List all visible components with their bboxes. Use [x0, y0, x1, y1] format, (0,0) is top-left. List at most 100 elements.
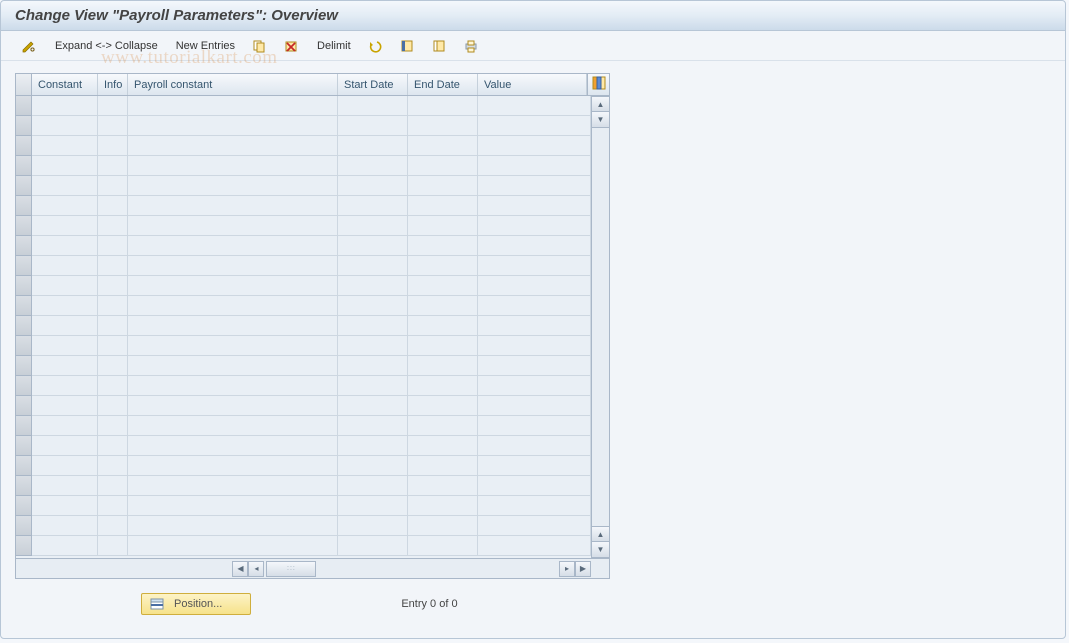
cell-info[interactable] — [98, 496, 128, 515]
scroll-down-button[interactable]: ▼ — [592, 112, 609, 128]
cell-start-date[interactable] — [338, 156, 408, 175]
toggle-display-change-button[interactable] — [17, 35, 43, 57]
cell-payroll-constant[interactable] — [128, 296, 338, 315]
row-selector[interactable] — [16, 396, 32, 416]
expand-collapse-button[interactable]: Expand <-> Collapse — [49, 35, 164, 57]
column-header-constant[interactable]: Constant — [32, 74, 98, 95]
cell-constant[interactable] — [32, 516, 98, 535]
cell-start-date[interactable] — [338, 416, 408, 435]
cell-constant[interactable] — [32, 216, 98, 235]
cell-payroll-constant[interactable] — [128, 436, 338, 455]
row-selector[interactable] — [16, 96, 32, 116]
row-selector[interactable] — [16, 256, 32, 276]
cell-payroll-constant[interactable] — [128, 376, 338, 395]
copy-button[interactable] — [247, 35, 273, 57]
cell-payroll-constant[interactable] — [128, 536, 338, 555]
row-selector[interactable] — [16, 276, 32, 296]
delete-button[interactable] — [279, 35, 305, 57]
cell-payroll-constant[interactable] — [128, 516, 338, 535]
cell-info[interactable] — [98, 96, 128, 115]
row-selector[interactable] — [16, 336, 32, 356]
print-button[interactable] — [459, 35, 485, 57]
cell-info[interactable] — [98, 116, 128, 135]
scroll-up-bottom-button[interactable]: ▲ — [592, 526, 609, 542]
cell-info[interactable] — [98, 156, 128, 175]
cell-info[interactable] — [98, 416, 128, 435]
table-row[interactable] — [16, 416, 591, 436]
position-button[interactable]: Position... — [141, 593, 251, 615]
cell-constant[interactable] — [32, 436, 98, 455]
cell-start-date[interactable] — [338, 396, 408, 415]
cell-start-date[interactable] — [338, 136, 408, 155]
cell-constant[interactable] — [32, 376, 98, 395]
row-selector[interactable] — [16, 136, 32, 156]
row-selector[interactable] — [16, 376, 32, 396]
cell-start-date[interactable] — [338, 376, 408, 395]
cell-end-date[interactable] — [408, 236, 478, 255]
cell-start-date[interactable] — [338, 336, 408, 355]
cell-info[interactable] — [98, 536, 128, 555]
cell-end-date[interactable] — [408, 456, 478, 475]
cell-start-date[interactable] — [338, 356, 408, 375]
table-row[interactable] — [16, 396, 591, 416]
cell-start-date[interactable] — [338, 256, 408, 275]
table-row[interactable] — [16, 136, 591, 156]
cell-value[interactable] — [478, 256, 591, 275]
cell-end-date[interactable] — [408, 136, 478, 155]
scroll-handle[interactable]: ::: — [266, 561, 316, 577]
table-configure-button[interactable] — [587, 74, 609, 95]
table-row[interactable] — [16, 456, 591, 476]
cell-value[interactable] — [478, 376, 591, 395]
cell-value[interactable] — [478, 456, 591, 475]
cell-value[interactable] — [478, 96, 591, 115]
cell-constant[interactable] — [32, 276, 98, 295]
cell-constant[interactable] — [32, 256, 98, 275]
table-row[interactable] — [16, 116, 591, 136]
cell-payroll-constant[interactable] — [128, 336, 338, 355]
scroll-right-step-button[interactable]: ▸ — [559, 561, 575, 577]
row-selector[interactable] — [16, 356, 32, 376]
undo-button[interactable] — [363, 35, 389, 57]
cell-constant[interactable] — [32, 96, 98, 115]
cell-payroll-constant[interactable] — [128, 476, 338, 495]
cell-constant[interactable] — [32, 356, 98, 375]
cell-value[interactable] — [478, 176, 591, 195]
cell-info[interactable] — [98, 356, 128, 375]
cell-info[interactable] — [98, 136, 128, 155]
cell-info[interactable] — [98, 376, 128, 395]
table-row[interactable] — [16, 96, 591, 116]
cell-end-date[interactable] — [408, 336, 478, 355]
cell-start-date[interactable] — [338, 296, 408, 315]
cell-info[interactable] — [98, 316, 128, 335]
cell-end-date[interactable] — [408, 476, 478, 495]
row-selector[interactable] — [16, 456, 32, 476]
row-selector-header[interactable] — [16, 74, 32, 95]
cell-info[interactable] — [98, 456, 128, 475]
table-row[interactable] — [16, 196, 591, 216]
row-selector[interactable] — [16, 536, 32, 556]
table-row[interactable] — [16, 296, 591, 316]
cell-payroll-constant[interactable] — [128, 456, 338, 475]
cell-end-date[interactable] — [408, 496, 478, 515]
deselect-all-button[interactable] — [427, 35, 453, 57]
cell-start-date[interactable] — [338, 176, 408, 195]
cell-constant[interactable] — [32, 196, 98, 215]
cell-start-date[interactable] — [338, 116, 408, 135]
cell-value[interactable] — [478, 196, 591, 215]
scroll-track[interactable] — [592, 128, 609, 526]
cell-payroll-constant[interactable] — [128, 356, 338, 375]
new-entries-button[interactable]: New Entries — [170, 35, 241, 57]
cell-start-date[interactable] — [338, 436, 408, 455]
cell-payroll-constant[interactable] — [128, 416, 338, 435]
row-selector[interactable] — [16, 296, 32, 316]
cell-constant[interactable] — [32, 496, 98, 515]
cell-end-date[interactable] — [408, 376, 478, 395]
cell-info[interactable] — [98, 176, 128, 195]
cell-constant[interactable] — [32, 416, 98, 435]
row-selector[interactable] — [16, 196, 32, 216]
cell-payroll-constant[interactable] — [128, 396, 338, 415]
cell-end-date[interactable] — [408, 216, 478, 235]
cell-value[interactable] — [478, 536, 591, 555]
row-selector[interactable] — [16, 496, 32, 516]
scroll-left-step-button[interactable]: ◂ — [248, 561, 264, 577]
